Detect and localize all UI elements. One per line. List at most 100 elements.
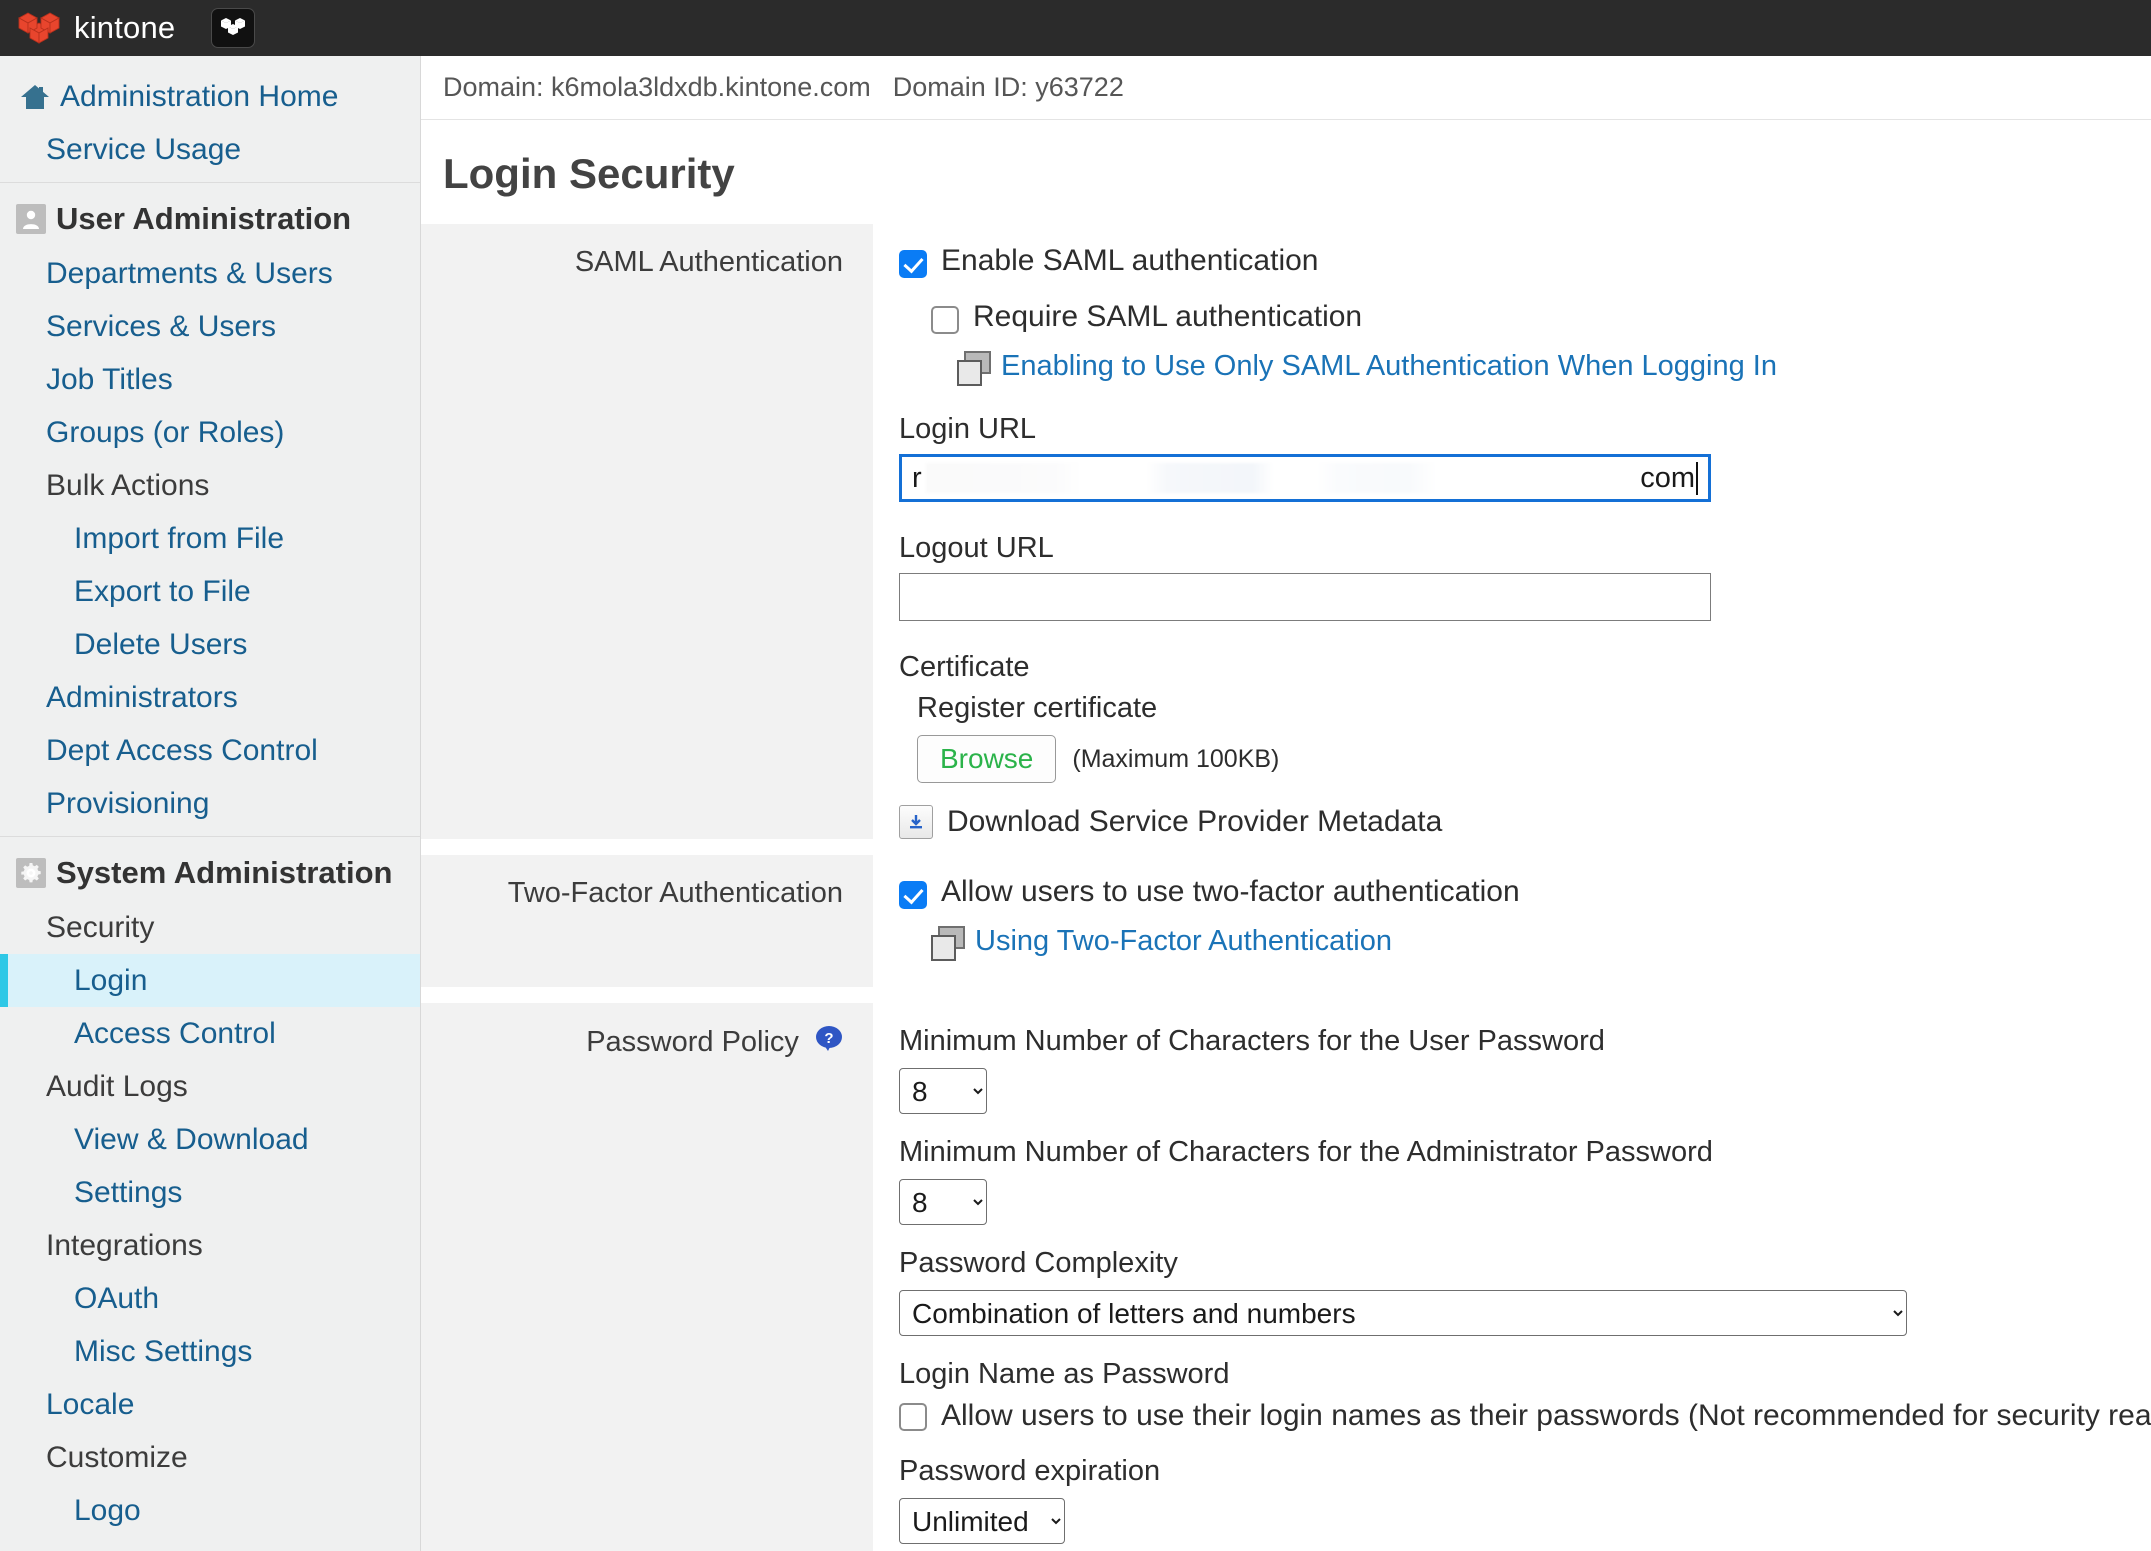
enable-saml-label: Enable SAML authentication bbox=[941, 244, 1319, 277]
login-name-as-password-row[interactable]: Allow users to use their login names as … bbox=[899, 1399, 2151, 1433]
sidebar-group-user-administration: User Administration bbox=[0, 191, 420, 247]
sidebar-item-administrators[interactable]: Administrators bbox=[0, 671, 420, 724]
domain-bar: Domain: k6mola3ldxdb.kintone.com Domain … bbox=[421, 56, 2151, 120]
password-expiration-label: Password expiration bbox=[899, 1455, 1161, 1487]
sidebar-item-locale[interactable]: Locale bbox=[0, 1378, 420, 1431]
browse-button[interactable]: Browse bbox=[917, 735, 1057, 783]
sidebar-item-label: Services & Users bbox=[46, 309, 277, 343]
login-name-as-password-label: Login Name as Password bbox=[899, 1358, 1230, 1390]
sidebar-item-label: OAuth bbox=[74, 1281, 160, 1315]
sidebar-item-view-download[interactable]: View & Download bbox=[0, 1113, 420, 1166]
sidebar-item-dept-access-control[interactable]: Dept Access Control bbox=[0, 724, 420, 777]
min-admin-password-select[interactable]: 8 bbox=[899, 1179, 987, 1225]
sidebar-item-label: Login Page bbox=[74, 1547, 226, 1551]
sidebar-item-misc-settings[interactable]: Misc Settings bbox=[0, 1325, 420, 1378]
page-title: Login Security bbox=[443, 150, 735, 197]
logout-url-input[interactable] bbox=[899, 573, 1711, 621]
sidebar-item-delete-users[interactable]: Delete Users bbox=[0, 618, 420, 671]
sidebar-item-label: Administration Home bbox=[60, 79, 339, 113]
section-label: SAML Authentication bbox=[421, 224, 873, 839]
sidebar-item-label: Export to File bbox=[74, 574, 251, 608]
question-help-icon[interactable]: ? bbox=[815, 1025, 843, 1055]
min-admin-password-label: Minimum Number of Characters for the Adm… bbox=[899, 1136, 1713, 1168]
allow-2fa-checkbox[interactable] bbox=[899, 881, 927, 909]
section-label-text: Password Policy bbox=[586, 1026, 799, 1058]
sidebar-item-job-titles[interactable]: Job Titles bbox=[0, 353, 420, 406]
sidebar-item-security: Security bbox=[0, 901, 420, 954]
sidebar-item-audit-settings[interactable]: Settings bbox=[0, 1166, 420, 1219]
login-url-input[interactable]: r com bbox=[899, 454, 1711, 502]
sidebar-item-label: Groups (or Roles) bbox=[46, 415, 285, 449]
register-certificate-label: Register certificate bbox=[917, 692, 1158, 724]
sidebar-item-logo[interactable]: Logo bbox=[0, 1484, 420, 1537]
require-saml-checkbox[interactable] bbox=[931, 306, 959, 334]
sidebar-item-label: Access Control bbox=[74, 1016, 276, 1050]
sidebar-item-label: Security bbox=[46, 910, 155, 944]
kintone-cube-logo-icon[interactable] bbox=[18, 11, 60, 45]
min-user-password-select[interactable]: 8 bbox=[899, 1068, 987, 1114]
sidebar-divider bbox=[0, 836, 420, 837]
section-label: Two-Factor Authentication bbox=[421, 855, 873, 987]
password-complexity-select[interactable]: Combination of letters and numbers bbox=[899, 1290, 1907, 1336]
two-factor-help-link[interactable]: Using Two-Factor Authentication bbox=[931, 925, 2151, 961]
login-name-as-password-checkbox-label: Allow users to use their login names as … bbox=[941, 1399, 2151, 1432]
brand-name: kintone bbox=[74, 10, 176, 45]
login-name-as-password-checkbox[interactable] bbox=[899, 1403, 927, 1431]
sidebar-item-label: Integrations bbox=[46, 1228, 203, 1262]
gear-icon bbox=[16, 858, 46, 888]
password-policy-section: Password Policy ? Minimum Number of Char… bbox=[421, 1003, 2151, 1551]
sidebar-item-groups-roles[interactable]: Groups (or Roles) bbox=[0, 406, 420, 459]
sidebar-item-label: Import from File bbox=[74, 521, 285, 555]
sidebar-item-services-users[interactable]: Services & Users bbox=[0, 300, 420, 353]
sidebar-item-login[interactable]: Login bbox=[0, 954, 420, 1007]
require-saml-label: Require SAML authentication bbox=[973, 300, 1363, 333]
sidebar-item-label: Job Titles bbox=[46, 362, 173, 396]
sidebar-item-label: Login bbox=[74, 963, 148, 997]
user-icon bbox=[16, 204, 46, 234]
sidebar-item-label: Delete Users bbox=[74, 627, 248, 661]
logout-url-label: Logout URL bbox=[899, 532, 1054, 564]
password-expiration-select[interactable]: Unlimited bbox=[899, 1498, 1065, 1544]
saml-help-link[interactable]: Enabling to Use Only SAML Authentication… bbox=[957, 350, 2151, 386]
top-bar: kintone bbox=[0, 0, 2151, 56]
domain-label: Domain: k6mola3ldxdb.kintone.com bbox=[443, 72, 871, 102]
sidebar-item-oauth[interactable]: OAuth bbox=[0, 1272, 420, 1325]
sidebar-item-import-from-file[interactable]: Import from File bbox=[0, 512, 420, 565]
sidebar-item-label: Logo bbox=[74, 1493, 141, 1527]
login-url-label: Login URL bbox=[899, 413, 1037, 445]
section-label: Password Policy ? bbox=[421, 1003, 873, 1551]
sidebar-item-provisioning[interactable]: Provisioning bbox=[0, 777, 420, 830]
sidebar-item-administration-home[interactable]: Administration Home bbox=[0, 70, 420, 123]
login-url-value-start: r bbox=[912, 461, 922, 494]
sidebar-item-label: Departments & Users bbox=[46, 256, 333, 290]
sidebar: Administration Home Service Usage User A… bbox=[0, 56, 421, 1551]
saml-authentication-section: SAML Authentication Enable SAML authenti… bbox=[421, 224, 2151, 839]
sidebar-divider bbox=[0, 182, 420, 183]
download-sp-metadata-row[interactable]: Download Service Provider Metadata bbox=[899, 805, 2151, 839]
sidebar-item-label: Locale bbox=[46, 1387, 135, 1421]
enable-saml-checkbox[interactable] bbox=[899, 250, 927, 278]
sidebar-item-service-usage[interactable]: Service Usage bbox=[0, 123, 420, 176]
certificate-label: Certificate bbox=[899, 651, 1030, 683]
app-grid-icon[interactable] bbox=[211, 8, 256, 48]
allow-2fa-row[interactable]: Allow users to use two-factor authentica… bbox=[899, 875, 2151, 909]
sidebar-item-bulk-actions: Bulk Actions bbox=[0, 459, 420, 512]
sidebar-item-login-page[interactable]: Login Page bbox=[0, 1537, 420, 1551]
allow-2fa-label: Allow users to use two-factor authentica… bbox=[941, 875, 1520, 908]
sidebar-group-label: User Administration bbox=[56, 201, 352, 236]
text-caret bbox=[1696, 461, 1698, 495]
sidebar-item-departments-users[interactable]: Departments & Users bbox=[0, 247, 420, 300]
domain-id-label: Domain ID: y63722 bbox=[892, 72, 1124, 102]
require-saml-row[interactable]: Require SAML authentication bbox=[931, 300, 2151, 334]
sidebar-item-label: Audit Logs bbox=[46, 1069, 188, 1103]
enable-saml-row[interactable]: Enable SAML authentication bbox=[899, 244, 2151, 278]
max-size-note: (Maximum 100KB) bbox=[1072, 744, 1280, 773]
external-window-icon bbox=[931, 925, 965, 961]
sidebar-item-label: Bulk Actions bbox=[46, 468, 210, 502]
sidebar-item-access-control[interactable]: Access Control bbox=[0, 1007, 420, 1060]
download-sp-metadata-label: Download Service Provider Metadata bbox=[947, 805, 1443, 838]
saml-help-link-label: Enabling to Use Only SAML Authentication… bbox=[1001, 350, 1777, 382]
two-factor-authentication-section: Two-Factor Authentication Allow users to… bbox=[421, 855, 2151, 987]
download-icon bbox=[899, 805, 933, 839]
sidebar-item-export-to-file[interactable]: Export to File bbox=[0, 565, 420, 618]
